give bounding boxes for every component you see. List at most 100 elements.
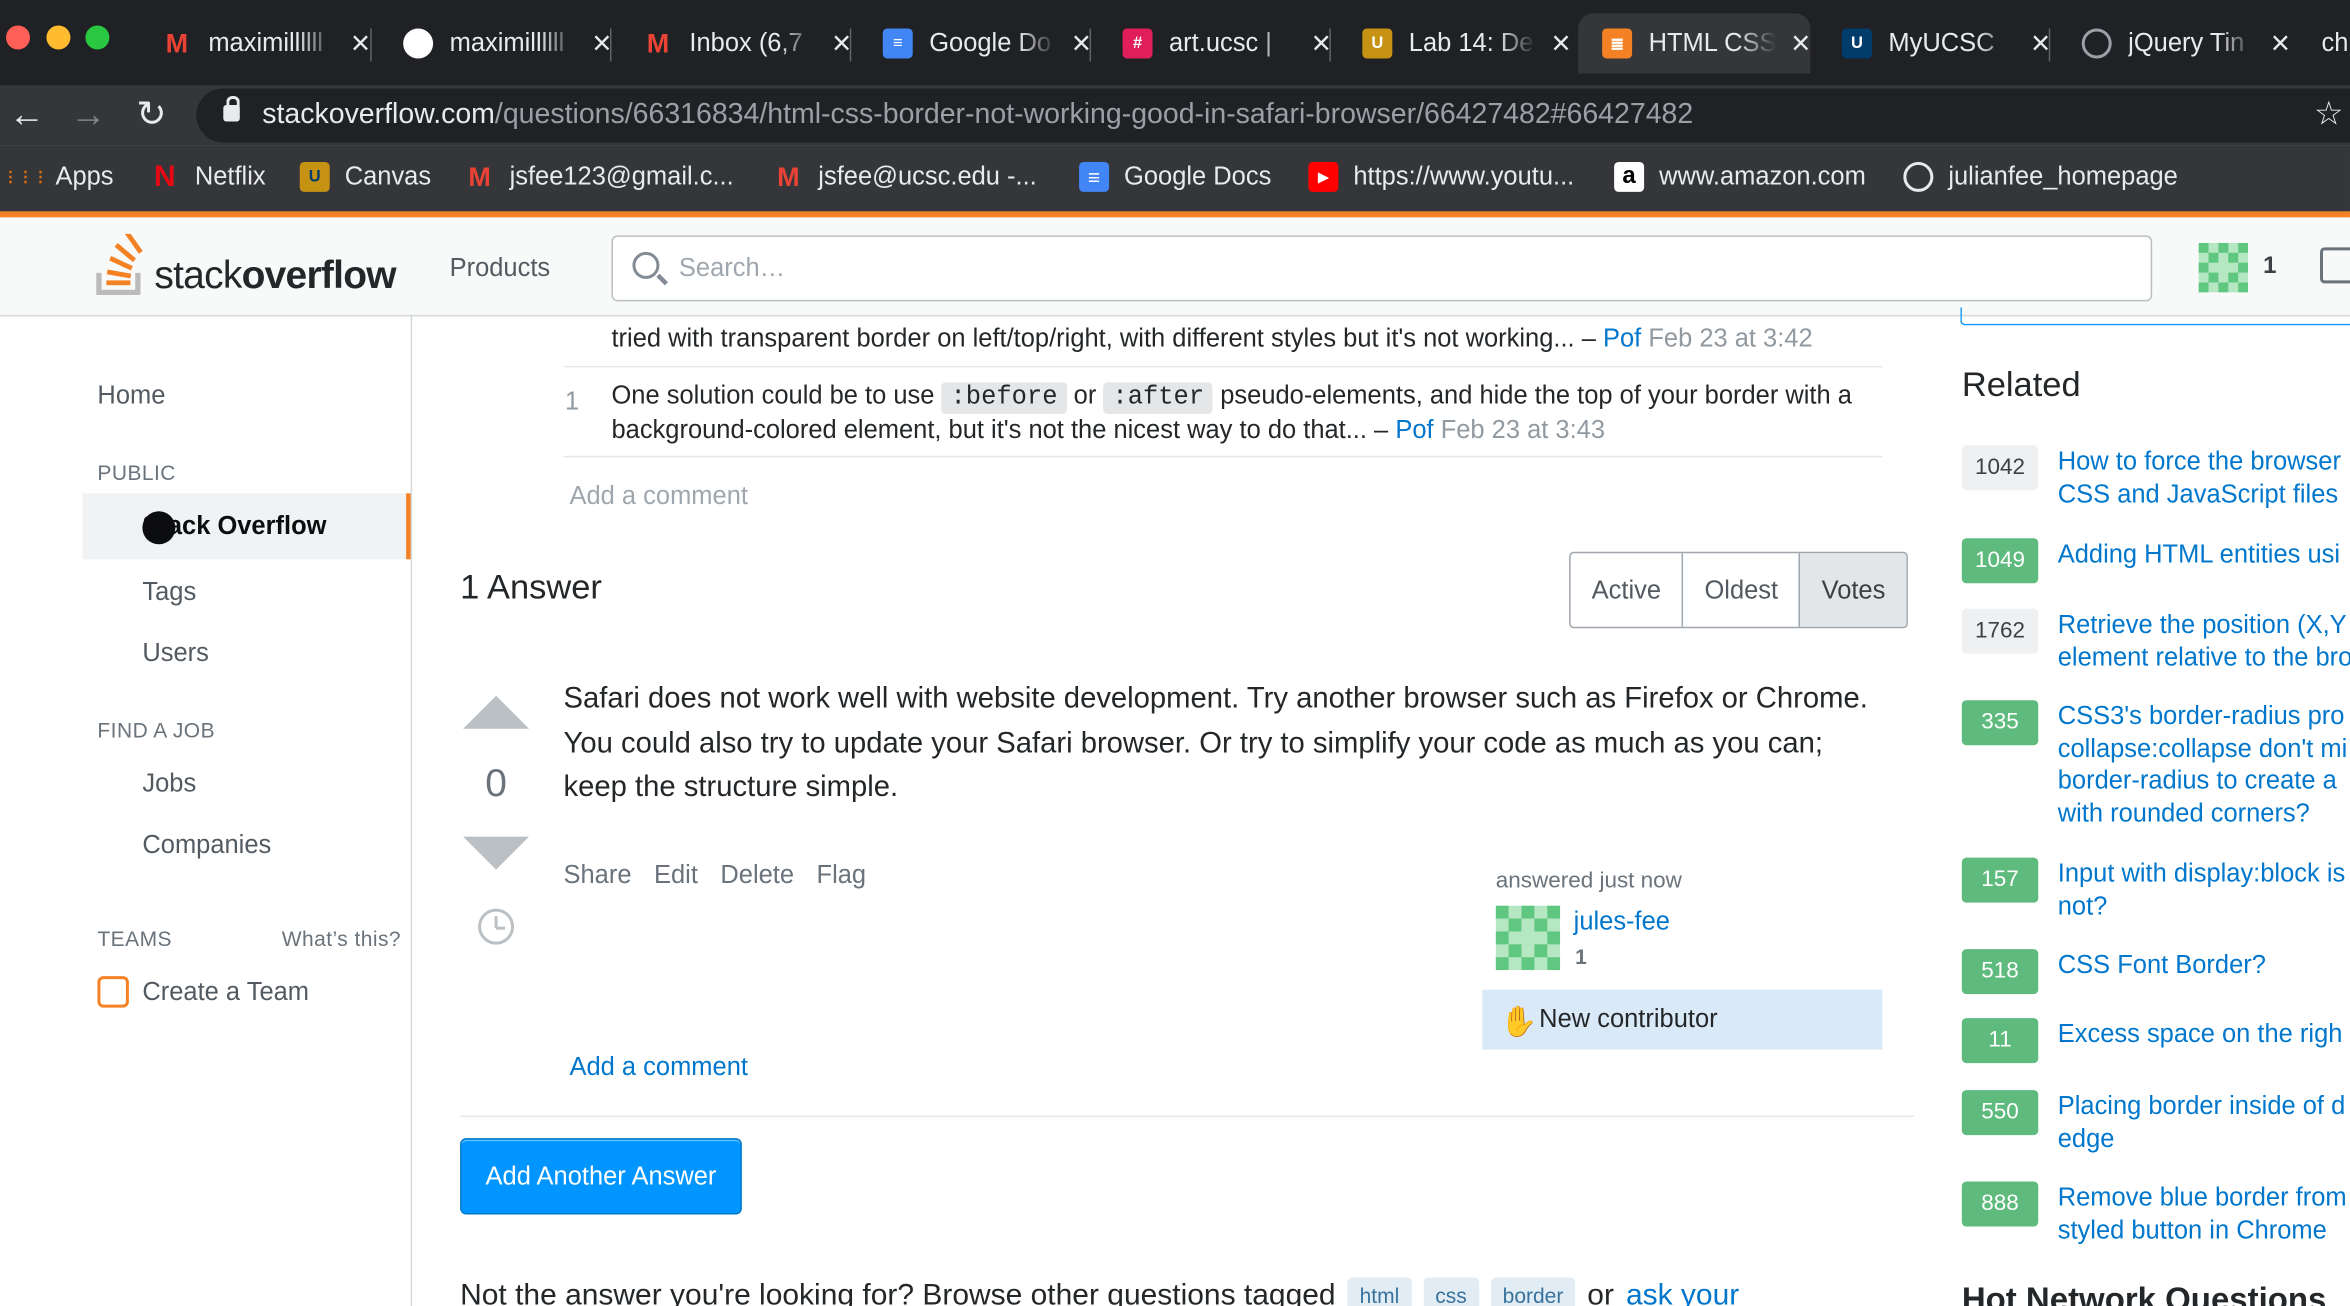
browser-tab[interactable]: M Inbox (6,7 × bbox=[619, 13, 852, 73]
tag-html[interactable]: html bbox=[1347, 1277, 1412, 1306]
related-item[interactable]: 888 Remove blue border from styled button… bbox=[1961, 1181, 2350, 1246]
nav-home[interactable]: Home bbox=[97, 381, 165, 411]
add-comment-question-link[interactable]: Add a comment bbox=[570, 480, 748, 511]
browser-toolbar: ← → ↻ stackoverflow.com/questions/663168… bbox=[0, 85, 2350, 146]
bookmark-item[interactable]: U Canvas bbox=[299, 161, 431, 192]
browser-tab[interactable]: U Lab 14: De × bbox=[1338, 13, 1571, 73]
sort-active-button[interactable]: Active bbox=[1571, 553, 1682, 626]
minimize-window-button[interactable] bbox=[46, 25, 71, 50]
related-item[interactable]: 1762 Retrieve the position (X,Y element r… bbox=[1961, 608, 2350, 673]
comment: One solution could be to use :before or … bbox=[611, 379, 1885, 445]
related-item[interactable]: 1042 How to force the browser CSS and Jav… bbox=[1961, 445, 2350, 509]
close-tab-icon[interactable]: × bbox=[2031, 26, 2050, 60]
ask-question-link[interactable]: ask your bbox=[1626, 1278, 1739, 1306]
close-window-button[interactable] bbox=[5, 25, 30, 50]
search-icon bbox=[632, 251, 660, 279]
bookmark-item[interactable]: julianfee_homepage bbox=[1903, 161, 2178, 192]
upvote-button[interactable] bbox=[463, 695, 530, 729]
bookmark-item[interactable]: Mjsfee@ucsc.edu -... bbox=[773, 161, 1037, 192]
search-input[interactable]: Search… bbox=[611, 235, 2153, 302]
related-title-link[interactable]: CSS Font Border? bbox=[2058, 949, 2350, 994]
comment-score: 1 bbox=[565, 386, 580, 416]
related-title-link[interactable]: Remove blue border from styled button in… bbox=[2058, 1182, 2350, 1246]
close-tab-icon[interactable]: × bbox=[592, 26, 611, 60]
answer-user-avatar[interactable] bbox=[1495, 905, 1561, 971]
nav-jobs[interactable]: Jobs bbox=[142, 769, 196, 799]
nav-tags[interactable]: Tags bbox=[142, 577, 196, 607]
tag-border[interactable]: border bbox=[1490, 1277, 1576, 1306]
close-tab-icon[interactable]: × bbox=[1791, 26, 1810, 60]
products-menu[interactable]: Products bbox=[450, 253, 551, 283]
browser-tab[interactable]: ch bbox=[2298, 13, 2350, 73]
related-title-link[interactable]: Input with display:block is not? bbox=[2058, 858, 2350, 922]
downvote-button[interactable] bbox=[463, 836, 530, 870]
related-item[interactable]: 518 CSS Font Border? bbox=[1961, 949, 2350, 995]
reload-button[interactable]: ↻ bbox=[136, 94, 166, 136]
nav-users[interactable]: Users bbox=[142, 639, 209, 669]
browser-tab[interactable]: ≡ Google Do × bbox=[859, 13, 1091, 73]
related-item[interactable]: 11 Excess space on the righ bbox=[1961, 1018, 2350, 1064]
browser-tab[interactable]: U MyUCSC × bbox=[1818, 13, 2050, 73]
related-item[interactable]: 1049 Adding HTML entities usi bbox=[1961, 538, 2350, 584]
nav-companies[interactable]: Companies bbox=[142, 831, 271, 861]
related-item[interactable]: 550 Placing border inside of d edge bbox=[1961, 1090, 2350, 1154]
close-tab-icon[interactable]: × bbox=[1551, 26, 1570, 60]
browser-tab[interactable]: ≣ HTML CSS × bbox=[1578, 13, 1811, 74]
close-tab-icon[interactable]: × bbox=[832, 26, 851, 60]
logo-text: stackoverflow bbox=[154, 252, 396, 297]
zoom-window-button[interactable] bbox=[85, 25, 110, 50]
stackoverflow-logo[interactable]: stackoverflow bbox=[94, 233, 397, 297]
bookmark-star-icon[interactable]: ☆ bbox=[2314, 94, 2344, 133]
flag-button[interactable]: Flag bbox=[817, 861, 867, 891]
tab-separator bbox=[2048, 28, 2051, 62]
back-button[interactable]: ← bbox=[9, 94, 45, 136]
related-item[interactable]: 335 CSS3's border-radius pro collapse:col… bbox=[1961, 700, 2350, 829]
comment-author[interactable]: Pof bbox=[1603, 324, 1641, 352]
related-title-link[interactable]: Placing border inside of d edge bbox=[2058, 1090, 2350, 1154]
bookmark-item[interactable]: ⋮⋮⋮ Apps bbox=[3, 162, 114, 192]
sort-oldest-button[interactable]: Oldest bbox=[1682, 553, 1799, 627]
bookmark-item[interactable]: Mjsfee123@gmail.c... bbox=[465, 161, 733, 192]
address-bar[interactable]: stackoverflow.com/questions/66316834/htm… bbox=[196, 88, 2350, 143]
bookmark-item[interactable]: ▶ https://www.youtu... bbox=[1308, 161, 1574, 192]
sort-votes-button[interactable]: Votes bbox=[1799, 553, 1907, 627]
forward-button[interactable]: → bbox=[70, 94, 106, 136]
share-button[interactable]: Share bbox=[564, 861, 632, 891]
add-comment-answer-link[interactable]: Add a comment bbox=[570, 1051, 748, 1082]
inbox-icon[interactable] bbox=[2320, 247, 2350, 284]
browser-tab[interactable]: Mmaximillllll × bbox=[138, 13, 371, 73]
comment-time: Feb 23 at 3:42 bbox=[1648, 323, 1813, 353]
related-title-link[interactable]: Retrieve the position (X,Y element relat… bbox=[2058, 609, 2350, 673]
close-tab-icon[interactable]: × bbox=[351, 26, 370, 60]
history-icon[interactable] bbox=[478, 908, 515, 945]
browser-tab[interactable]: maximillllll × bbox=[379, 13, 611, 73]
user-avatar[interactable] bbox=[2198, 242, 2249, 293]
whats-this-link[interactable]: What’s this? bbox=[282, 927, 401, 951]
tag-css[interactable]: css bbox=[1423, 1277, 1479, 1306]
answer-user-name[interactable]: jules-fee bbox=[1574, 907, 1670, 937]
or-text: or bbox=[1587, 1278, 1614, 1306]
related-title-link[interactable]: Adding HTML entities usi bbox=[2058, 538, 2350, 583]
browser-tab[interactable]: # art.ucsc | × bbox=[1099, 13, 1331, 73]
edit-button[interactable]: Edit bbox=[654, 861, 698, 891]
bookmark-item[interactable]: a www.amazon.com bbox=[1614, 161, 1866, 192]
delete-button[interactable]: Delete bbox=[720, 861, 794, 891]
close-tab-icon[interactable]: × bbox=[2271, 26, 2290, 60]
bookmark-item[interactable]: N Netflix bbox=[150, 160, 266, 193]
create-team-link[interactable]: Create a Team bbox=[142, 978, 309, 1008]
close-tab-icon[interactable]: × bbox=[1072, 26, 1091, 60]
close-tab-icon[interactable]: × bbox=[1312, 26, 1331, 60]
comment: tried with transparent border on left/to… bbox=[611, 322, 1885, 353]
user-reputation[interactable]: 1 bbox=[2263, 253, 2276, 280]
browser-tab[interactable]: jQuery Tin × bbox=[2058, 13, 2290, 73]
bookmark-item[interactable]: ≡ Google Docs bbox=[1079, 161, 1271, 192]
nav-stackoverflow[interactable]: Stack Overflow bbox=[82, 493, 411, 560]
comment-author[interactable]: Pof bbox=[1395, 415, 1433, 443]
related-title-link[interactable]: CSS3's border-radius pro collapse:collap… bbox=[2058, 700, 2350, 829]
gmail-icon: M bbox=[165, 27, 189, 58]
bookmark-label: julianfee_homepage bbox=[1948, 161, 2178, 191]
related-title-link[interactable]: How to force the browser CSS and JavaScr… bbox=[2058, 445, 2350, 509]
related-item[interactable]: 157 Input with display:block is not? bbox=[1961, 857, 2350, 922]
add-another-answer-button[interactable]: Add Another Answer bbox=[460, 1138, 742, 1215]
related-title-link[interactable]: Excess space on the righ bbox=[2058, 1018, 2350, 1063]
